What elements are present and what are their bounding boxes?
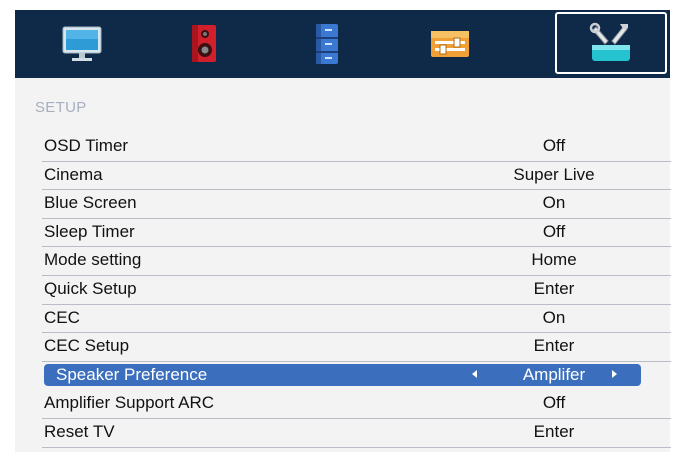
setting-value: On [542, 193, 566, 213]
setting-row-osd-timer[interactable]: OSD Timer Off [42, 133, 671, 162]
setting-value: On [542, 307, 566, 327]
setting-row-cec-setup[interactable]: CEC Setup Enter [42, 333, 671, 362]
setup-menu: SETUP OSD Timer Off Cinema Super Live Bl… [15, 10, 671, 452]
setting-value: Home [531, 250, 577, 270]
setting-row-cinema[interactable]: Cinema Super Live [42, 162, 671, 191]
setting-value: Off [542, 221, 566, 241]
tab-channel[interactable] [268, 10, 386, 78]
setting-row-speaker-preference[interactable]: Speaker Preference Amplifer [42, 362, 671, 391]
setting-label: Mode setting [44, 250, 142, 270]
setting-label: Cinema [44, 164, 103, 184]
tab-setup[interactable] [555, 12, 667, 74]
tab-feature[interactable] [391, 10, 509, 78]
setting-row-reset-tv[interactable]: Reset TV Enter [42, 419, 671, 448]
setting-row-mode-setting[interactable]: Mode setting Home [42, 247, 671, 276]
menu-tab-bar [15, 10, 670, 78]
setup-tools-icon [589, 22, 630, 61]
setting-value: Off [542, 136, 566, 155]
setting-label: Reset TV [44, 421, 115, 441]
setting-row-blue-screen[interactable]: Blue Screen On [42, 190, 671, 219]
settings-list: OSD Timer Off Cinema Super Live Blue Scr… [42, 133, 671, 448]
feature-slider-icon [431, 31, 469, 57]
setting-label: Sleep Timer [44, 221, 135, 241]
setting-row-quick-setup[interactable]: Quick Setup Enter [42, 276, 671, 305]
section-title: SETUP [35, 99, 87, 116]
setting-row-cec[interactable]: CEC On [42, 305, 671, 334]
setting-row-sleep-timer[interactable]: Sleep Timer Off [42, 219, 671, 248]
setting-label: OSD Timer [44, 136, 129, 155]
setting-label: Quick Setup [44, 278, 137, 298]
setting-value: Enter [533, 278, 575, 298]
setting-label: CEC [44, 307, 80, 327]
setting-value: Enter [533, 336, 575, 356]
tab-picture[interactable] [23, 10, 141, 78]
setting-row-amplifier-support-arc[interactable]: Amplifier Support ARC Off [42, 390, 671, 419]
setting-value: Super Live [513, 164, 595, 184]
setting-label: CEC Setup [44, 336, 130, 356]
tv-picture-icon [62, 26, 102, 61]
channel-cabinet-icon [316, 24, 338, 64]
tab-sound[interactable] [145, 10, 263, 78]
setting-label: Blue Screen [44, 193, 137, 213]
setting-value: Off [542, 393, 566, 413]
setting-value: Enter [533, 421, 575, 441]
setting-label: Amplifier Support ARC [44, 393, 215, 413]
setting-label: Speaker Preference [56, 364, 208, 384]
speaker-sound-icon [192, 25, 216, 62]
right-arrow-icon[interactable] [612, 369, 617, 378]
